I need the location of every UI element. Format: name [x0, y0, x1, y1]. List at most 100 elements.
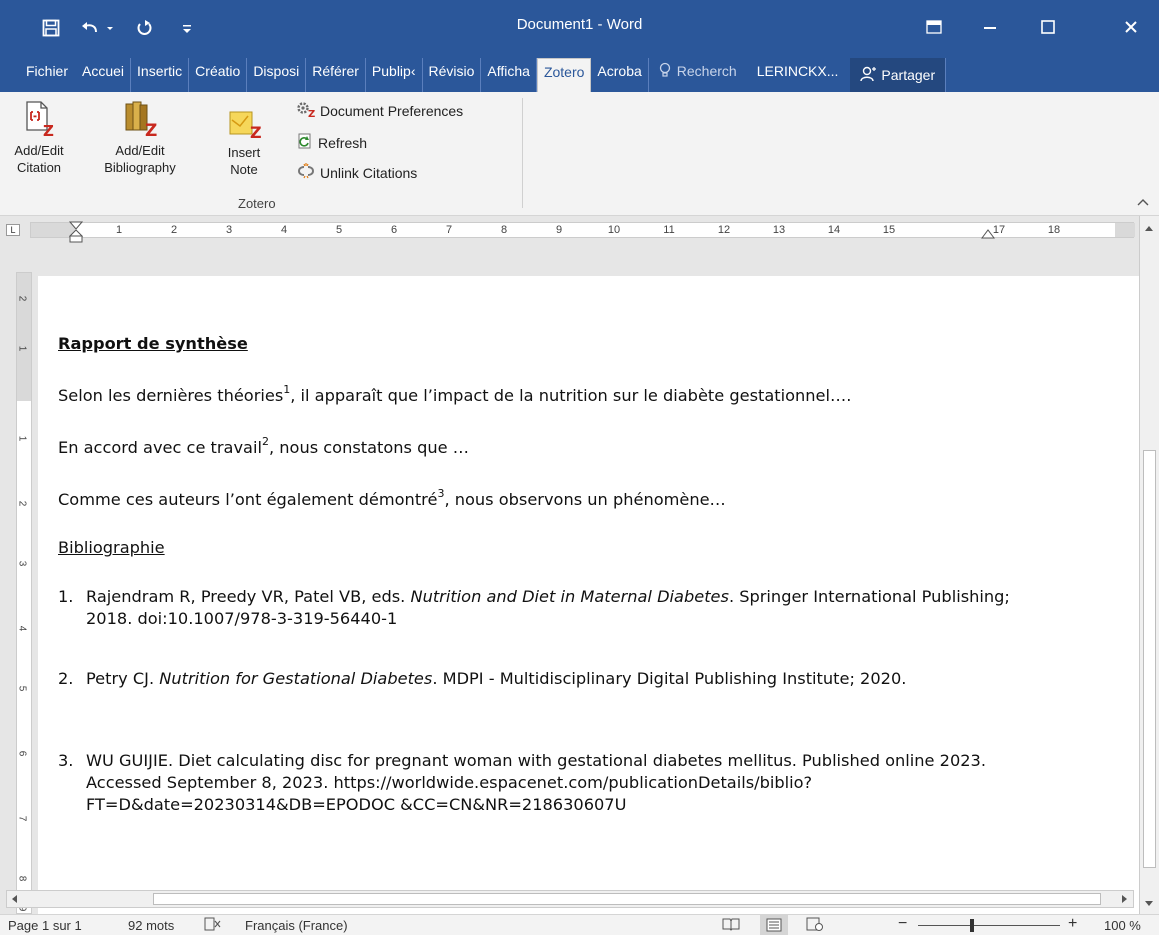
minimize-button[interactable] — [962, 10, 1018, 44]
entry-text: Petry CJ. Nutrition for Gestational Diab… — [86, 669, 907, 688]
refresh-label: Refresh — [318, 134, 368, 151]
tab-disposition[interactable]: Disposi — [247, 58, 307, 92]
ribbon-display-options-icon[interactable] — [906, 10, 962, 44]
tab-selector[interactable]: L — [6, 224, 20, 236]
add-edit-citation-label-2: Citation — [16, 160, 62, 175]
scroll-right-icon[interactable] — [1119, 893, 1129, 905]
scroll-left-icon[interactable] — [10, 893, 20, 905]
svg-text:Z: Z — [308, 109, 315, 118]
tab-publipostage[interactable]: Publip‹ — [366, 58, 423, 92]
unlink-citations-button[interactable]: Unlink Citations — [296, 162, 417, 183]
scroll-down-icon[interactable] — [1142, 898, 1156, 908]
citation-icon: Z — [23, 100, 55, 140]
tab-references[interactable]: Référer — [306, 58, 366, 92]
document-preferences-button[interactable]: Z Document Preferences — [296, 100, 463, 121]
page-count[interactable]: Page 1 sur 1 — [8, 918, 82, 933]
vertical-ruler-number: 1 — [16, 435, 28, 442]
citation-2[interactable]: 2 — [262, 435, 269, 448]
horizontal-scroll-thumb[interactable] — [153, 893, 1101, 905]
tab-insertion[interactable]: Insertic — [131, 58, 190, 92]
close-button[interactable] — [1103, 10, 1159, 44]
refresh-button[interactable]: Refresh — [296, 132, 367, 153]
vertical-scroll-thumb[interactable] — [1143, 450, 1156, 868]
insert-note-label-1: Insert — [227, 145, 261, 160]
tab-fichier[interactable]: Fichier — [20, 58, 76, 92]
paragraph-1: Selon les dernières théories1, il appara… — [58, 382, 852, 405]
word-count[interactable]: 92 mots — [128, 918, 174, 933]
citation-3[interactable]: 3 — [437, 487, 444, 500]
vertical-ruler[interactable]: 21123456789 — [16, 272, 32, 914]
ruler-number: 12 — [717, 224, 731, 236]
ruler-number: 2 — [170, 224, 178, 236]
lightbulb-icon — [659, 62, 671, 81]
citation-1[interactable]: 1 — [283, 383, 290, 396]
ruler-number: 3 — [225, 224, 233, 236]
add-edit-bibliography-button[interactable]: Z Add/Edit Bibliography — [80, 100, 200, 176]
vertical-ruler-number: 2 — [16, 500, 28, 507]
print-layout-icon[interactable] — [760, 915, 788, 935]
entry-number: 3. — [58, 751, 74, 770]
person-icon — [860, 66, 877, 85]
vertical-ruler-number: 4 — [16, 625, 28, 632]
ruler-number: 9 — [555, 224, 563, 236]
add-edit-citation-button[interactable]: Z Add/Edit Citation — [4, 100, 74, 176]
horizontal-scrollbar[interactable] — [6, 890, 1134, 908]
vertical-scrollbar[interactable] — [1139, 244, 1159, 914]
ruler-number: 18 — [1047, 224, 1061, 236]
unlink-citations-label: Unlink Citations — [320, 164, 418, 181]
tab-creation[interactable]: Créatio — [189, 58, 248, 92]
unlink-icon — [296, 162, 316, 183]
tab-affichage[interactable]: Afficha — [481, 58, 537, 92]
zoom-level[interactable]: 100 % — [1104, 918, 1141, 933]
ruler-number: 7 — [445, 224, 453, 236]
ruler-number: 15 — [882, 224, 896, 236]
svg-text:Z: Z — [145, 121, 157, 138]
scroll-up-button[interactable] — [1139, 216, 1159, 244]
tab-revision[interactable]: Révisio — [423, 58, 482, 92]
web-layout-icon[interactable] — [806, 917, 824, 934]
entry-number: 2. — [58, 669, 74, 688]
proofing-icon[interactable] — [204, 917, 222, 934]
note-icon: Z — [226, 106, 262, 142]
indent-marker-icon[interactable] — [69, 221, 83, 243]
tell-me-search[interactable]: Recherch — [649, 58, 743, 92]
svg-text:Z: Z — [43, 122, 54, 138]
zoom-slider-handle[interactable] — [970, 919, 974, 932]
document-preferences-label: Document Preferences — [320, 102, 464, 119]
ruler-number: 13 — [772, 224, 786, 236]
share-button[interactable]: Partager — [850, 58, 947, 92]
vertical-ruler-margin — [17, 273, 31, 401]
ruler-number: 5 — [335, 224, 343, 236]
zoom-slider[interactable] — [918, 925, 1060, 926]
language[interactable]: Français (France) — [245, 918, 348, 933]
share-label: Partager — [881, 67, 936, 83]
tab-acrobat[interactable]: Acroba — [591, 58, 649, 92]
entry-text: Rajendram R, Preedy VR, Patel VB, eds. N… — [86, 587, 1010, 628]
tab-zotero[interactable]: Zotero — [536, 58, 592, 92]
vertical-ruler-number: 5 — [16, 685, 28, 692]
zoom-out-icon[interactable]: − — [898, 915, 907, 933]
horizontal-ruler[interactable]: 1 2 3 4 5 6 7 8 9 10 11 12 13 14 15 17 18 — [30, 221, 1135, 243]
ruler-number: 1 — [115, 224, 123, 236]
vertical-ruler-number: 7 — [16, 815, 28, 822]
ruler-number: 11 — [663, 224, 675, 236]
paragraph-2: En accord avec ce travail2, nous constat… — [58, 434, 469, 457]
add-edit-bibliography-label-2: Bibliography — [104, 160, 176, 175]
maximize-button[interactable] — [1020, 10, 1076, 44]
document-area: 21123456789 Rapport de synthèse Selon le… — [0, 244, 1139, 914]
vertical-ruler-number: 8 — [16, 875, 28, 882]
ruler-number: 10 — [607, 224, 621, 236]
add-edit-bibliography-label-1: Add/Edit — [115, 143, 165, 158]
refresh-icon — [296, 132, 314, 153]
insert-note-button[interactable]: Z Insert Note — [214, 106, 274, 178]
tab-accueil[interactable]: Accuei — [76, 58, 132, 92]
user-account[interactable]: LERINCKX... — [743, 58, 845, 92]
gear-icon: Z — [296, 100, 316, 121]
read-mode-icon[interactable] — [722, 917, 740, 934]
ruler-number: 17 — [992, 224, 1006, 236]
vertical-ruler-number: 6 — [16, 750, 28, 757]
collapse-ribbon-icon[interactable] — [1137, 194, 1149, 209]
paragraph-3: Comme ces auteurs l’ont également démont… — [58, 486, 726, 509]
document-page[interactable]: Rapport de synthèse Selon les dernières … — [38, 276, 1139, 914]
zoom-in-icon[interactable]: + — [1068, 915, 1077, 933]
